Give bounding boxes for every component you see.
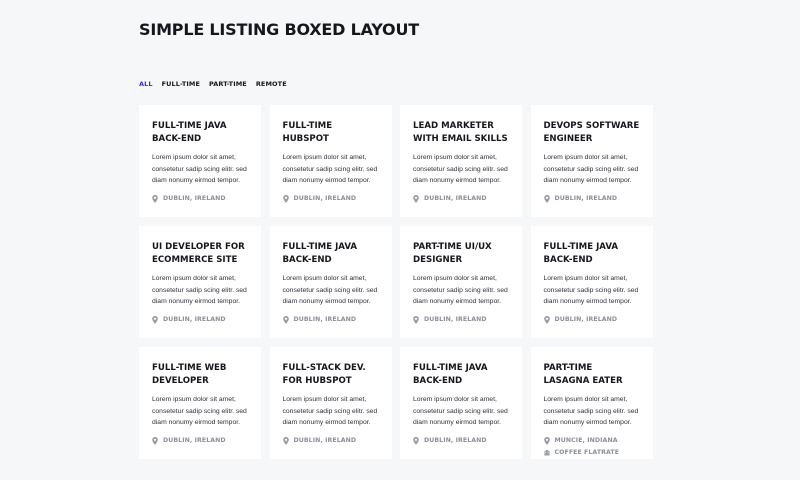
job-description: Lorem ipsum dolor sit amet, consetetur s…: [413, 275, 508, 305]
job-location-text: DUBLIN, IRELAND: [554, 195, 618, 202]
job-location: DUBLIN, IRELAND: [152, 436, 248, 445]
job-card[interactable]: DEVOPS SOFTWARE ENGINEER Lorem ipsum dolo…: [530, 105, 653, 217]
location-pin-icon: [152, 315, 158, 324]
job-description: Lorem ipsum dolor sit amet, consetetur s…: [152, 396, 247, 426]
job-company: COFFEE FLATRATE: [543, 449, 640, 457]
job-title[interactable]: FULL-TIME HUBSPOT MARKETER: [283, 120, 379, 146]
job-location-text: DUBLIN, IRELAND: [293, 316, 357, 323]
job-description: Lorem ipsum dolor sit amet, consetetur s…: [282, 275, 378, 305]
job-description: Lorem ipsum dolor sit amet, consetetur s…: [543, 275, 639, 305]
job-description: Lorem ipsum dolor sit amet, consetetur s…: [152, 275, 247, 305]
job-title[interactable]: LEAD MARKETER WITH EMAIL SKILLS: [413, 120, 509, 146]
job-title[interactable]: FULL-TIME JAVA BACK-END DEVELOPER: [283, 241, 379, 267]
job-title[interactable]: PART-TIME LASAGNA EATER: [544, 362, 640, 388]
job-card[interactable]: FULL-TIME JAVA BACK-END DEVELOPER Lorem i…: [530, 226, 653, 338]
job-location: DUBLIN, IRELAND: [152, 194, 248, 203]
job-card[interactable]: FULL-TIME JAVA BACK-END DEVELOPER Lorem i…: [139, 105, 261, 217]
job-location-text: DUBLIN, IRELAND: [163, 437, 226, 444]
job-card[interactable]: FULL-TIME WEB DEVELOPER Lorem ipsum dolor…: [139, 347, 261, 459]
job-card[interactable]: FULL-TIME JAVA BACK-END DEVELOPER Lorem i…: [269, 226, 392, 338]
filter-remote[interactable]: REMOTE: [256, 80, 287, 88]
job-title[interactable]: FULL-TIME WEB DEVELOPER: [152, 362, 248, 388]
job-location: DUBLIN, IRELAND: [543, 315, 640, 324]
job-location: DUBLIN, IRELAND: [152, 315, 248, 324]
location-pin-icon: [413, 194, 419, 203]
job-location-text: DUBLIN, IRELAND: [163, 316, 226, 323]
filter-all[interactable]: ALL: [139, 80, 153, 88]
location-pin-icon: [152, 194, 158, 203]
job-description: Lorem ipsum dolor sit amet, consetetur s…: [543, 396, 639, 426]
filter-full-time[interactable]: FULL-TIME: [162, 80, 200, 88]
job-location: DUBLIN, IRELAND: [413, 194, 509, 203]
job-card[interactable]: UI DEVELOPER FOR ECOMMERCE SITE Lorem ips…: [139, 226, 261, 338]
job-title[interactable]: PART-TIME UI/UX DESIGNER: [413, 241, 509, 267]
job-location: DUBLIN, IRELAND: [282, 436, 379, 445]
location-pin-icon: [282, 194, 289, 203]
job-description: Lorem ipsum dolor sit amet, consetetur s…: [282, 154, 378, 184]
location-pin-icon: [543, 315, 550, 324]
filter-part-time[interactable]: PART-TIME: [209, 80, 247, 88]
job-description: Lorem ipsum dolor sit amet, consetetur s…: [152, 154, 247, 184]
job-location: MUNCIE, INDIANA: [543, 436, 640, 445]
job-title[interactable]: UI DEVELOPER FOR ECOMMERCE SITE: [152, 241, 248, 267]
filter-tabs: ALL FULL-TIME PART-TIME REMOTE: [139, 80, 287, 88]
page: SIMPLE LISTING BOXED LAYOUT ALL FULL-TIM…: [0, 0, 800, 480]
location-pin-icon: [543, 194, 550, 203]
job-location-text: DUBLIN, IRELAND: [293, 437, 357, 444]
location-pin-icon: [543, 436, 550, 445]
location-pin-icon: [282, 436, 289, 445]
job-location-text: DUBLIN, IRELAND: [554, 316, 618, 323]
job-title[interactable]: DEVOPS SOFTWARE ENGINEER: [544, 120, 640, 146]
job-location-text: DUBLIN, IRELAND: [424, 195, 487, 202]
job-title[interactable]: FULL-TIME JAVA BACK-END DEVELOPER: [413, 362, 509, 388]
job-card[interactable]: FULL-TIME HUBSPOT MARKETER Lorem ipsum do…: [269, 105, 392, 217]
job-card[interactable]: FULL-STACK DEV. FOR HUBSPOT Lorem ipsum d…: [269, 347, 392, 459]
job-location: DUBLIN, IRELAND: [282, 315, 379, 324]
location-pin-icon: [282, 315, 289, 324]
job-title[interactable]: FULL-STACK DEV. FOR HUBSPOT: [283, 362, 379, 388]
job-description: Lorem ipsum dolor sit amet, consetetur s…: [282, 396, 378, 426]
job-card[interactable]: LEAD MARKETER WITH EMAIL SKILLS Lorem ips…: [400, 105, 522, 217]
job-card[interactable]: FULL-TIME JAVA BACK-END DEVELOPER Lorem i…: [400, 347, 522, 459]
job-title[interactable]: FULL-TIME JAVA BACK-END DEVELOPER: [544, 241, 640, 267]
location-pin-icon: [413, 436, 419, 445]
job-description: Lorem ipsum dolor sit amet, consetetur s…: [413, 396, 508, 426]
job-location: DUBLIN, IRELAND: [413, 436, 509, 445]
job-location: DUBLIN, IRELAND: [413, 315, 509, 324]
location-pin-icon: [152, 436, 158, 445]
job-card[interactable]: PART-TIME UI/UX DESIGNER Lorem ipsum dolo…: [400, 226, 522, 338]
job-company-text: COFFEE FLATRATE: [554, 449, 620, 456]
job-location-text: DUBLIN, IRELAND: [424, 316, 487, 323]
job-title[interactable]: FULL-TIME JAVA BACK-END DEVELOPER: [152, 120, 248, 146]
building-icon: [543, 449, 550, 457]
page-title: SIMPLE LISTING BOXED LAYOUT: [139, 20, 419, 39]
job-location-text: DUBLIN, IRELAND: [163, 195, 226, 202]
location-pin-icon: [413, 315, 419, 324]
job-description: Lorem ipsum dolor sit amet, consetetur s…: [413, 154, 508, 184]
job-location-text: DUBLIN, IRELAND: [293, 195, 357, 202]
job-listing-grid: FULL-TIME JAVA BACK-END DEVELOPER Lorem i…: [139, 105, 653, 459]
job-description: Lorem ipsum dolor sit amet, consetetur s…: [543, 154, 639, 184]
job-location-text: DUBLIN, IRELAND: [424, 437, 487, 444]
job-location-text: MUNCIE, INDIANA: [554, 437, 618, 444]
job-location: DUBLIN, IRELAND: [543, 194, 640, 203]
job-card[interactable]: PART-TIME LASAGNA EATER Lorem ipsum dolor…: [530, 347, 653, 459]
job-location: DUBLIN, IRELAND: [282, 194, 379, 203]
